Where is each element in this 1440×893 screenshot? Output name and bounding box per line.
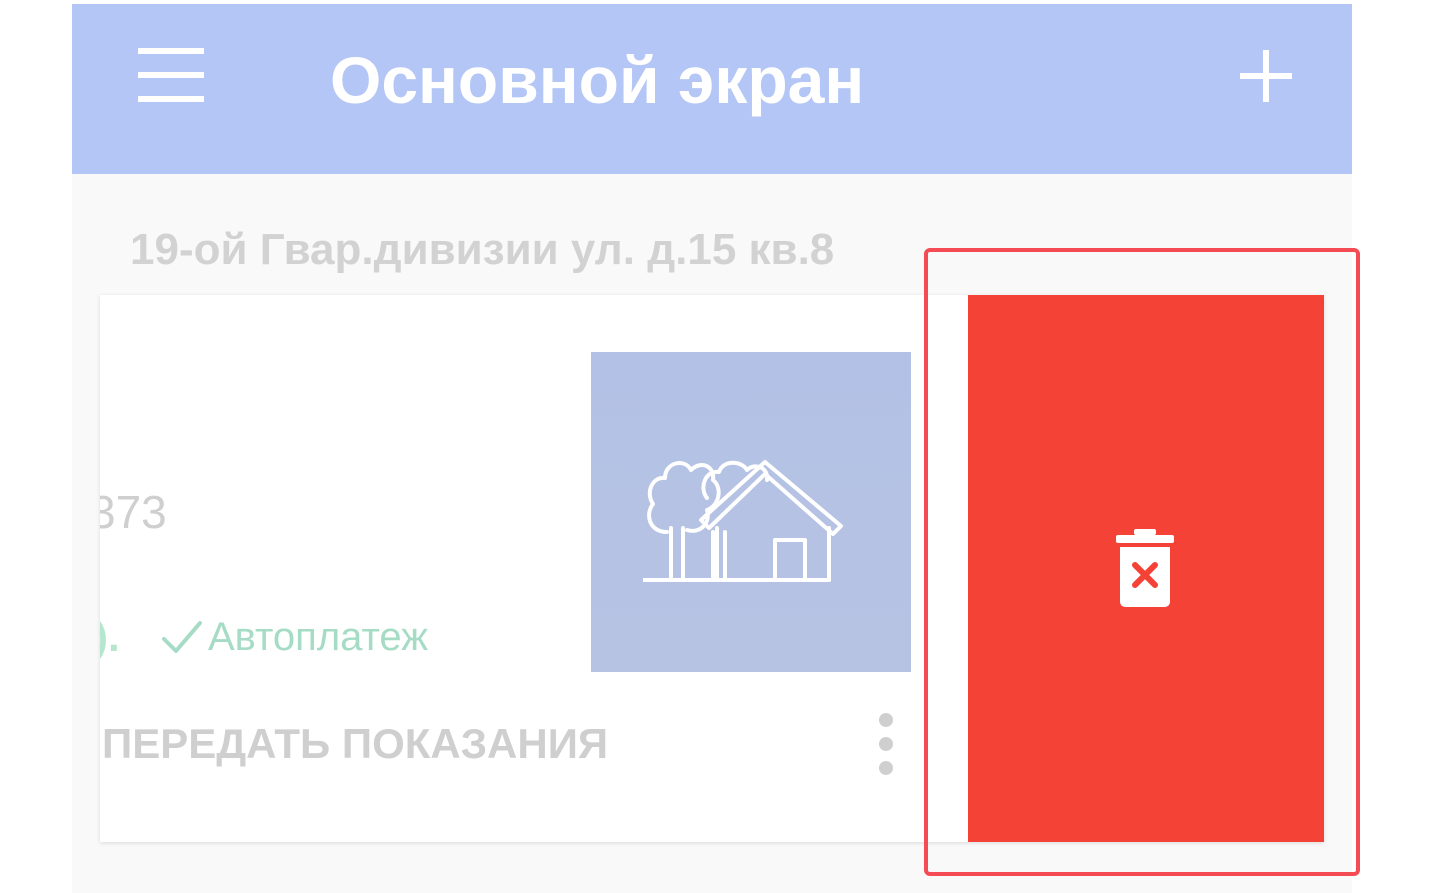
plus-icon[interactable]: [1240, 50, 1292, 102]
app-screen: Основной экран 19-ой Гвар.дивизии ул. д.…: [72, 4, 1352, 893]
page-title: Основной экран: [330, 43, 865, 117]
app-bar: Основной экран: [72, 4, 1352, 174]
balance-value: ).: [100, 613, 120, 660]
property-image: [591, 352, 911, 672]
autopay-label: Автоплатеж: [208, 615, 428, 659]
address-header: 19-ой Гвар.дивизии ул. д.15 кв.8: [130, 225, 835, 274]
send-readings-button[interactable]: ПЕРЕДАТЬ ПОКАЗАНИЯ: [102, 719, 608, 769]
delete-swipe-action[interactable]: [968, 295, 1324, 842]
house-with-trees-icon: [643, 460, 843, 582]
trash-delete-icon: [1116, 529, 1174, 607]
account-number: 373: [100, 486, 167, 538]
more-vertical-icon[interactable]: [872, 713, 900, 775]
hamburger-menu-icon[interactable]: [138, 48, 204, 102]
autopay-status: Автоплатеж: [160, 613, 428, 661]
check-icon: [162, 621, 202, 653]
